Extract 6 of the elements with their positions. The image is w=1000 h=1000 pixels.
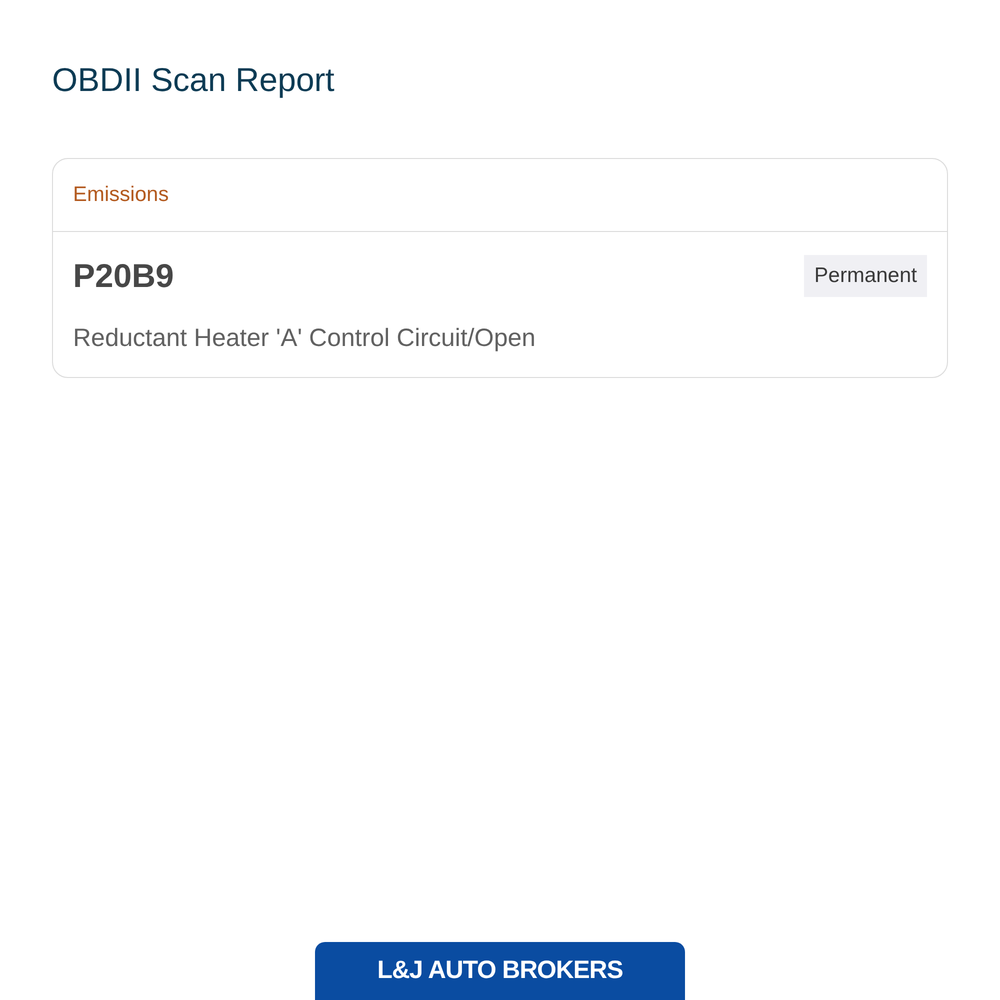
- trouble-code: P20B9: [73, 256, 174, 296]
- brand-logo: L&J AUTO BROKERS: [315, 942, 685, 1000]
- page-title: OBDII Scan Report: [52, 60, 334, 100]
- section-heading: Emissions: [73, 182, 169, 208]
- status-tag: Permanent: [804, 255, 927, 297]
- code-description: Reductant Heater 'A' Control Circuit/Open: [73, 323, 536, 354]
